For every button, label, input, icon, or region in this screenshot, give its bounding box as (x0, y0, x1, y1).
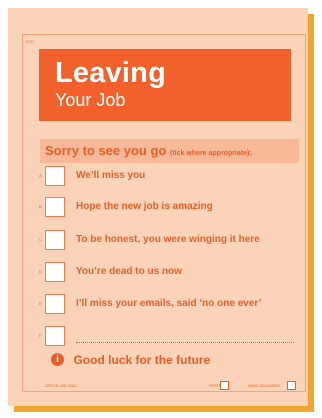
option-label: Hope the new job is amazing (76, 201, 213, 212)
option-letter: C (39, 237, 42, 242)
prompt-text: Sorry to see you go (tick where appropri… (45, 143, 252, 162)
page-subtitle: Your Job (55, 90, 126, 110)
option-letter: B (39, 204, 42, 209)
office-use-label: OFFICE USE ONLY (45, 384, 78, 388)
prompt-hint: (tick where appropriate): (170, 150, 252, 157)
prompt-label: Sorry to see you go (45, 143, 167, 158)
option-label: You’re dead to us now (76, 266, 182, 277)
option-checkbox-e[interactable] (45, 294, 65, 314)
option-row-d: D You’re dead to us now (8, 262, 308, 282)
hand-delivered-checkbox[interactable] (287, 381, 296, 390)
prompt-bar: Sorry to see you go (tick where appropri… (40, 139, 299, 163)
option-label: To be honest, you were winging it here (76, 234, 260, 245)
form-ref: MS1 (26, 39, 35, 44)
option-label: We’ll miss you (76, 170, 146, 181)
option-row-c: C To be honest, you were winging it here (8, 230, 308, 250)
option-row-b: B Hope the new job is amazing (8, 197, 308, 217)
option-letter: A (39, 173, 42, 178)
option-checkbox-b[interactable] (45, 197, 65, 217)
option-letter: D (39, 269, 42, 274)
option-checkbox-a[interactable] (45, 166, 65, 186)
closing-line: i Good luck for the future (51, 351, 210, 367)
option-checkbox-d[interactable] (45, 262, 65, 282)
info-icon: i (51, 353, 64, 367)
title-block: Leaving Your Job (39, 49, 291, 121)
option-checkbox-f[interactable] (45, 326, 65, 346)
option-row-f: F (8, 326, 308, 346)
option-row-a: A We’ll miss you (8, 166, 308, 186)
page-title: Leaving (55, 57, 166, 89)
option-label: I’ll miss your emails, said ‘no one ever… (76, 298, 262, 309)
option-row-e: E I’ll miss your emails, said ‘no one ev… (8, 294, 308, 314)
option-checkbox-c[interactable] (45, 230, 65, 250)
posted-checkbox[interactable] (220, 381, 229, 390)
option-letter: F (39, 333, 42, 338)
closing-text: Good luck for the future (73, 352, 211, 367)
freeform-line[interactable] (76, 334, 294, 343)
leaving-card: MS1 Leaving Your Job Sorry to see you go… (8, 8, 308, 406)
hand-delivered-label: HAND DELIVERED (248, 384, 280, 388)
option-letter: E (39, 301, 42, 306)
